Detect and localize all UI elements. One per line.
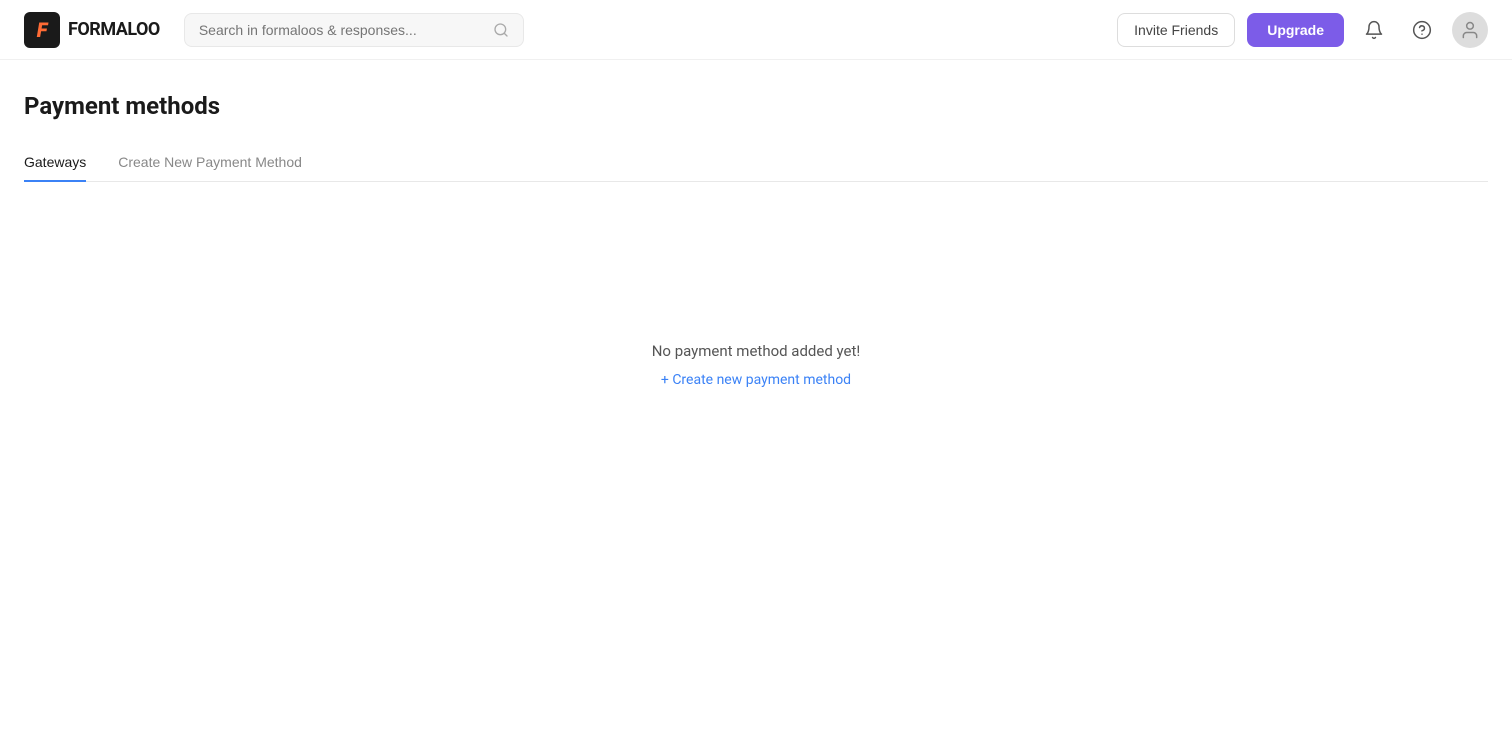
search-icon	[493, 22, 509, 38]
tabs-bar: Gateways Create New Payment Method	[24, 144, 1488, 182]
page-title: Payment methods	[24, 92, 1488, 120]
tab-gateways[interactable]: Gateways	[24, 144, 86, 182]
logo-f-letter: F	[37, 18, 48, 42]
empty-state: No payment method added yet! + Create ne…	[24, 342, 1488, 388]
logo-text: FORMALOO	[68, 19, 160, 40]
upgrade-button[interactable]: Upgrade	[1247, 13, 1344, 47]
main-content: Payment methods Gateways Create New Paym…	[0, 60, 1512, 388]
search-input[interactable]	[199, 22, 485, 38]
avatar-button[interactable]	[1452, 12, 1488, 48]
empty-message: No payment method added yet!	[652, 342, 861, 360]
create-payment-method-link[interactable]: + Create new payment method	[661, 372, 851, 388]
logo-icon: F	[24, 12, 60, 48]
bell-icon	[1364, 20, 1384, 40]
logo[interactable]: F FORMALOO	[24, 12, 160, 48]
invite-friends-button[interactable]: Invite Friends	[1117, 13, 1235, 47]
tab-create-new[interactable]: Create New Payment Method	[118, 144, 302, 182]
header-right: Invite Friends Upgrade	[1117, 12, 1488, 48]
search-bar[interactable]	[184, 13, 524, 47]
help-button[interactable]	[1404, 12, 1440, 48]
header: F FORMALOO Invite Friends Upgrade	[0, 0, 1512, 60]
help-icon	[1412, 20, 1432, 40]
user-icon	[1460, 20, 1480, 40]
notifications-button[interactable]	[1356, 12, 1392, 48]
